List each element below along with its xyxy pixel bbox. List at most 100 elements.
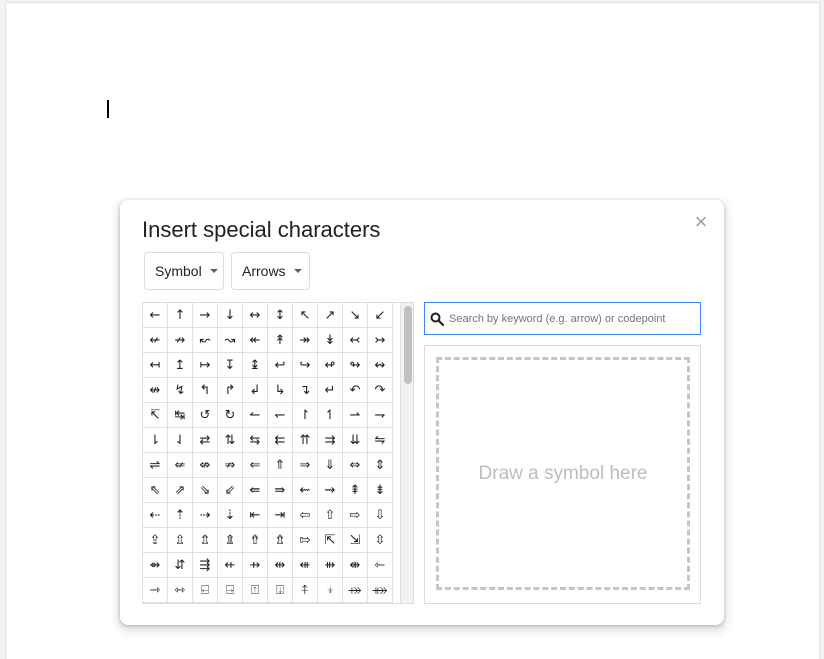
- close-icon[interactable]: ×: [690, 211, 712, 233]
- symbol-cell[interactable]: ⇫: [168, 528, 193, 553]
- symbol-cell[interactable]: ↤: [143, 353, 168, 378]
- symbol-cell[interactable]: ⇜: [293, 478, 318, 503]
- symbol-cell[interactable]: ⇃: [168, 428, 193, 453]
- symbol-cell[interactable]: ⇞: [343, 478, 368, 503]
- symbol-cell[interactable]: ⍈: [218, 578, 243, 603]
- symbol-cell[interactable]: ⇔: [343, 453, 368, 478]
- search-box[interactable]: [424, 302, 701, 335]
- symbol-cell[interactable]: ⇾: [143, 578, 168, 603]
- symbol-cell[interactable]: ⇛: [268, 478, 293, 503]
- symbol-cell[interactable]: ↼: [243, 403, 268, 428]
- symbol-cell[interactable]: ↫: [318, 353, 343, 378]
- symbol-cell[interactable]: ⇚: [243, 478, 268, 503]
- symbol-cell[interactable]: ⇂: [143, 428, 168, 453]
- symbol-cell[interactable]: ↢: [343, 328, 368, 353]
- search-input[interactable]: [449, 312, 694, 325]
- symbol-cell[interactable]: ⇅: [218, 428, 243, 453]
- symbol-cell[interactable]: ↕: [268, 303, 293, 328]
- symbol-cell[interactable]: ⇿: [168, 578, 193, 603]
- symbol-cell[interactable]: ↓: [218, 303, 243, 328]
- symbol-cell[interactable]: ↚: [143, 328, 168, 353]
- symbol-cell[interactable]: ↭: [368, 353, 393, 378]
- symbol-cell[interactable]: ⇖: [143, 478, 168, 503]
- symbol-cell[interactable]: ⇊: [343, 428, 368, 453]
- symbol-cell[interactable]: ⇶: [193, 553, 218, 578]
- symbol-cell[interactable]: ←: [143, 303, 168, 328]
- symbol-cell[interactable]: ↾: [293, 403, 318, 428]
- symbol-cell[interactable]: ↵: [318, 378, 343, 403]
- symbol-cell[interactable]: ⇀: [343, 403, 368, 428]
- symbol-cell[interactable]: ⇦: [293, 503, 318, 528]
- symbol-cell[interactable]: ↮: [143, 378, 168, 403]
- symbol-cell[interactable]: →: [193, 303, 218, 328]
- symbol-cell[interactable]: ⇩: [368, 503, 393, 528]
- symbol-cell[interactable]: ⇨: [343, 503, 368, 528]
- symbol-cell[interactable]: ⇟: [368, 478, 393, 503]
- symbol-cell[interactable]: ↷: [368, 378, 393, 403]
- symbol-cell[interactable]: ⇗: [168, 478, 193, 503]
- symbol-cell[interactable]: ⤁: [368, 578, 393, 603]
- symbol-cell[interactable]: ↶: [343, 378, 368, 403]
- symbol-cell[interactable]: ⇼: [343, 553, 368, 578]
- symbol-cell[interactable]: ↲: [243, 378, 268, 403]
- symbol-cell[interactable]: ↔: [243, 303, 268, 328]
- symbol-cell[interactable]: ⇉: [318, 428, 343, 453]
- symbol-cell[interactable]: ⇢: [193, 503, 218, 528]
- symbol-cell[interactable]: ↗: [318, 303, 343, 328]
- symbol-cell[interactable]: ⇋: [368, 428, 393, 453]
- symbol-cell[interactable]: ⇐: [243, 453, 268, 478]
- symbol-cell[interactable]: ↖: [293, 303, 318, 328]
- symbol-cell[interactable]: ⇆: [243, 428, 268, 453]
- symbol-cell[interactable]: ⇏: [218, 453, 243, 478]
- symbol-cell[interactable]: ⍖: [318, 578, 343, 603]
- symbol-cell[interactable]: ↛: [168, 328, 193, 353]
- symbol-cell[interactable]: ↽: [268, 403, 293, 428]
- symbol-cell[interactable]: ⇬: [193, 528, 218, 553]
- symbol-cell[interactable]: ↜: [193, 328, 218, 353]
- symbol-cell[interactable]: ↩: [268, 353, 293, 378]
- symbol-cell[interactable]: ⇤: [243, 503, 268, 528]
- symbol-cell[interactable]: ↡: [318, 328, 343, 353]
- scrollbar-thumb[interactable]: [404, 306, 412, 384]
- symbol-cell[interactable]: ⇒: [293, 453, 318, 478]
- symbol-cell[interactable]: ⇸: [243, 553, 268, 578]
- symbol-cell[interactable]: ⇄: [193, 428, 218, 453]
- symbol-cell[interactable]: ⇵: [168, 553, 193, 578]
- symbol-cell[interactable]: ⍇: [193, 578, 218, 603]
- symbol-cell[interactable]: ↝: [218, 328, 243, 353]
- symbol-cell[interactable]: ↰: [193, 378, 218, 403]
- symbol-cell[interactable]: ↪: [293, 353, 318, 378]
- symbol-cell[interactable]: ↦: [193, 353, 218, 378]
- symbol-cell[interactable]: ⇰: [293, 528, 318, 553]
- symbol-cell[interactable]: ⇁: [368, 403, 393, 428]
- symbol-cell[interactable]: ↸: [143, 403, 168, 428]
- symbol-cell[interactable]: ⇝: [318, 478, 343, 503]
- symbol-cell[interactable]: ⇘: [193, 478, 218, 503]
- symbol-cell[interactable]: ⇈: [293, 428, 318, 453]
- symbol-cell[interactable]: ⍗: [268, 578, 293, 603]
- symbol-cell[interactable]: ↿: [318, 403, 343, 428]
- symbol-cell[interactable]: ⇮: [243, 528, 268, 553]
- symbol-cell[interactable]: ⇎: [193, 453, 218, 478]
- symbol-cell[interactable]: ↣: [368, 328, 393, 353]
- symbol-cell[interactable]: ↴: [293, 378, 318, 403]
- symbol-cell[interactable]: ⇷: [218, 553, 243, 578]
- symbol-cell[interactable]: ↳: [268, 378, 293, 403]
- symbol-cell[interactable]: ⇣: [218, 503, 243, 528]
- symbol-cell[interactable]: ↑: [168, 303, 193, 328]
- symbol-cell[interactable]: ⇕: [368, 453, 393, 478]
- symbol-cell[interactable]: ⇪: [143, 528, 168, 553]
- symbol-cell[interactable]: ⇺: [293, 553, 318, 578]
- symbol-cell[interactable]: ⇥: [268, 503, 293, 528]
- symbol-cell[interactable]: ⍐: [243, 578, 268, 603]
- symbol-cell[interactable]: ↥: [168, 353, 193, 378]
- subcategory-dropdown[interactable]: Arrows: [231, 252, 310, 290]
- symbol-cell[interactable]: ⇍: [168, 453, 193, 478]
- symbol-cell[interactable]: ⇯: [268, 528, 293, 553]
- symbol-cell[interactable]: ↬: [343, 353, 368, 378]
- symbol-cell[interactable]: ↧: [218, 353, 243, 378]
- symbol-cell[interactable]: ⇱: [318, 528, 343, 553]
- symbol-cell[interactable]: ⇭: [218, 528, 243, 553]
- category-dropdown[interactable]: Symbol: [144, 252, 224, 290]
- symbol-cell[interactable]: ⇑: [268, 453, 293, 478]
